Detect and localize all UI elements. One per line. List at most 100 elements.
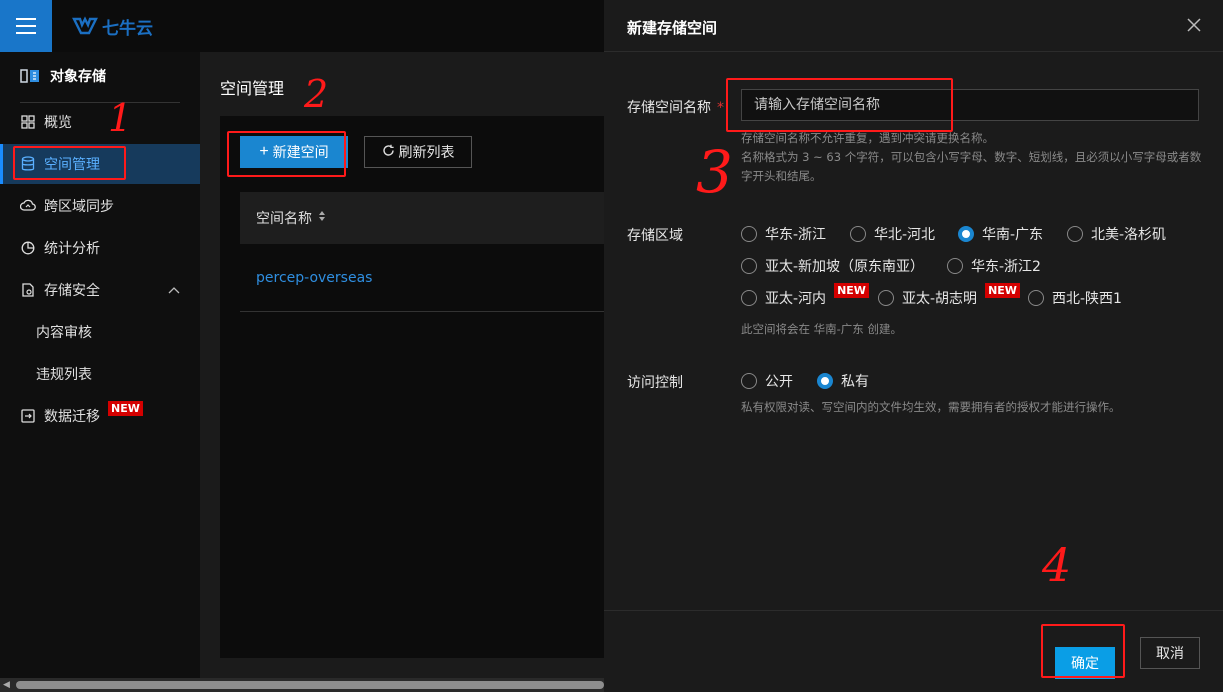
close-icon[interactable]	[1187, 15, 1201, 35]
hamburger-menu-button[interactable]	[0, 0, 52, 52]
radio-region-east-zhejiang2[interactable]: 华东-浙江2	[947, 256, 1041, 276]
radio-label: 华东-浙江	[765, 227, 827, 243]
object-storage-icon	[20, 69, 39, 83]
radio-dot[interactable]	[817, 373, 833, 389]
confirm-button[interactable]: 确定	[1055, 647, 1115, 679]
qiniu-logo-icon	[72, 16, 98, 35]
new-bucket-label: 新建空间	[272, 144, 329, 160]
scroll-left-arrow-icon[interactable]: ◀	[3, 680, 10, 690]
horizontal-scrollbar[interactable]: ◀	[0, 678, 604, 692]
radio-dot[interactable]	[850, 226, 866, 242]
radio-label: 亚太-新加坡（原东南亚）	[765, 259, 925, 275]
refresh-list-label: 刷新列表	[398, 144, 455, 160]
sidebar-item-overview[interactable]: 概览	[0, 102, 200, 142]
top-bar: 七牛云	[0, 0, 604, 52]
new-badge: NEW	[108, 400, 143, 416]
bucket-name-hint-2: 名称格式为 3 ~ 63 个字符，可以包含小写字母、数字、短划线，且必须以小写字…	[741, 150, 1202, 183]
new-badge: NEW	[834, 282, 869, 298]
access-control-label: 访问控制	[627, 375, 683, 391]
bucket-name-label: 存储空间名称 *	[627, 97, 724, 117]
page-title: 空间管理	[220, 79, 285, 98]
pie-chart-icon	[20, 240, 36, 256]
sidebar-subitem-violation-list[interactable]: 违规列表	[36, 354, 92, 394]
table-row: percep-overseas	[240, 244, 604, 312]
cancel-button[interactable]: 取消	[1140, 637, 1200, 669]
radio-region-south-guangdong[interactable]: 华南-广东	[958, 224, 1043, 244]
radio-access-public[interactable]: 公开	[741, 371, 793, 391]
radio-label: 亚太-胡志明	[902, 291, 978, 307]
radio-region-northwest-shaanxi1[interactable]: 西北-陕西1	[1028, 288, 1122, 308]
new-badge: NEW	[985, 282, 1020, 298]
grid-icon	[20, 114, 36, 130]
access-hint: 私有权限对读、写空间内的文件均生效，需要拥有者的授权才能进行操作。	[741, 400, 1121, 414]
sidebar-subitem-label: 内容审核	[36, 325, 92, 341]
radio-label: 华南-广东	[982, 227, 1044, 243]
brand-name: 七牛云	[102, 18, 153, 39]
drawer-footer: 确定 取消	[604, 610, 1223, 692]
sidebar: 对象存储 概览 空间管理 跨区域同步 统计分析 存储安全 内容审核 违规列表 数…	[0, 52, 200, 678]
radio-dot[interactable]	[741, 258, 757, 274]
radio-label: 华东-浙江2	[971, 259, 1041, 275]
cloud-sync-icon	[20, 198, 36, 214]
sidebar-title-label: 对象存储	[50, 69, 106, 85]
drawer-header: 新建存储空间	[604, 0, 1223, 52]
sidebar-item-label: 跨区域同步	[44, 199, 114, 215]
region-label: 存储区域	[627, 228, 683, 244]
radio-dot[interactable]	[947, 258, 963, 274]
radio-region-north-hebei[interactable]: 华北-河北	[850, 224, 935, 244]
sidebar-section-title: 对象存储	[20, 66, 106, 86]
column-header-bucket-name: 空间名称	[256, 211, 312, 227]
bucket-panel: + 新建空间 刷新列表 空间名称 percep-overseas	[220, 116, 604, 658]
scrollbar-thumb[interactable]	[16, 681, 604, 689]
new-bucket-button[interactable]: + 新建空间	[240, 136, 348, 168]
sidebar-item-label: 数据迁移	[44, 409, 100, 425]
sidebar-item-label: 统计分析	[44, 241, 100, 257]
table-header: 空间名称	[240, 192, 604, 244]
sidebar-item-label: 概览	[44, 115, 72, 131]
radio-dot[interactable]	[741, 290, 757, 306]
sort-icon[interactable]	[318, 210, 326, 226]
bucket-link[interactable]: percep-overseas	[256, 270, 372, 286]
sidebar-item-storage-security[interactable]: 存储安全	[0, 270, 200, 310]
region-hint: 此空间将会在 华南-广东 创建。	[741, 322, 902, 336]
main-content: 空间管理 + 新建空间 刷新列表 空间名称 percep-overseas	[200, 52, 604, 678]
radio-label: 西北-陕西1	[1052, 291, 1122, 307]
sidebar-item-label: 空间管理	[44, 157, 100, 173]
sidebar-item-cross-region-sync[interactable]: 跨区域同步	[0, 186, 200, 226]
radio-region-ap-ho-chi-minh[interactable]: 亚太-胡志明 NEW	[878, 282, 1020, 308]
bucket-name-input[interactable]	[741, 89, 1199, 121]
sidebar-subitem-content-review[interactable]: 内容审核	[36, 312, 92, 352]
radio-access-private[interactable]: 私有	[817, 371, 869, 391]
radio-region-ap-hanoi[interactable]: 亚太-河内 NEW	[741, 282, 869, 308]
plus-icon: +	[259, 143, 269, 160]
brand-logo[interactable]: 七牛云	[72, 14, 153, 39]
radio-label: 北美-洛杉矶	[1091, 227, 1167, 243]
sidebar-subitem-label: 违规列表	[36, 367, 92, 383]
chevron-up-icon[interactable]	[168, 282, 180, 298]
required-mark: *	[717, 100, 724, 116]
radio-label: 华北-河北	[874, 227, 936, 243]
bucket-name-label-text: 存储空间名称	[627, 100, 711, 116]
radio-dot[interactable]	[1028, 290, 1044, 306]
bucket-name-hint-1: 存储空间名称不允许重复，遇到冲突请更换名称。	[741, 131, 994, 145]
radio-dot[interactable]	[958, 226, 974, 242]
sidebar-item-bucket-management[interactable]: 空间管理	[0, 144, 200, 184]
refresh-icon	[382, 144, 395, 160]
radio-region-ap-singapore[interactable]: 亚太-新加坡（原东南亚）	[741, 256, 924, 276]
radio-dot[interactable]	[878, 290, 894, 306]
radio-label: 亚太-河内	[765, 291, 827, 307]
radio-region-east-zhejiang[interactable]: 华东-浙江	[741, 224, 826, 244]
radio-label: 私有	[841, 374, 869, 390]
radio-dot[interactable]	[741, 373, 757, 389]
database-icon	[20, 156, 36, 172]
radio-dot[interactable]	[741, 226, 757, 242]
shield-doc-icon	[20, 282, 36, 298]
sidebar-item-statistics[interactable]: 统计分析	[0, 228, 200, 268]
sidebar-item-data-migration[interactable]: 数据迁移 NEW	[0, 396, 200, 436]
radio-region-na-los-angeles[interactable]: 北美-洛杉矶	[1067, 224, 1166, 244]
sidebar-item-label: 存储安全	[44, 283, 100, 299]
radio-label: 公开	[765, 374, 793, 390]
radio-dot[interactable]	[1067, 226, 1083, 242]
refresh-list-button[interactable]: 刷新列表	[364, 136, 472, 168]
create-bucket-drawer: 新建存储空间 存储空间名称 * 存储空间名称不允许重复，遇到冲突请更换名称。 名称…	[604, 0, 1223, 692]
